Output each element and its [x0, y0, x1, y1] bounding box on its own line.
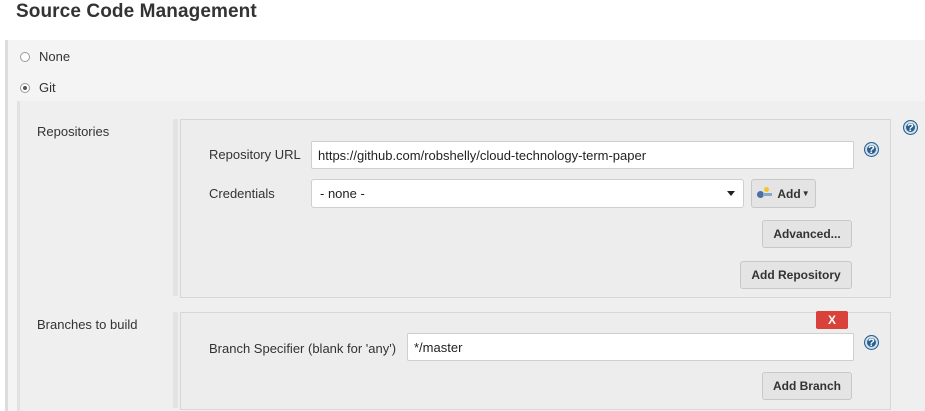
credentials-selected-value: - none - [320, 186, 365, 201]
scm-option-git-label: Git [39, 80, 56, 95]
branch-specifier-help-icon[interactable]: ? [864, 335, 879, 350]
add-branch-button[interactable]: Add Branch [762, 372, 852, 400]
chevron-down-icon: ▼ [801, 189, 810, 198]
radio-none[interactable] [20, 51, 30, 62]
repository-box-handle[interactable] [173, 119, 178, 296]
credentials-select[interactable]: - none - [311, 179, 744, 208]
scm-option-none-label: None [39, 49, 71, 64]
branch-specifier-label: Branch Specifier (blank for 'any') [209, 341, 397, 356]
key-icon [757, 186, 773, 199]
repository-url-label: Repository URL [209, 147, 301, 162]
delete-branch-button[interactable]: X [816, 311, 848, 329]
section-title: Source Code Management [16, 1, 257, 22]
add-repository-button[interactable]: Add Repository [740, 261, 852, 289]
scm-option-none[interactable]: None [20, 49, 70, 64]
repository-url-help-icon[interactable]: ? [864, 142, 879, 157]
branch-box-handle[interactable] [173, 312, 178, 408]
help-icon[interactable]: ? [903, 120, 918, 135]
add-credentials-button[interactable]: Add ▼ [751, 179, 816, 208]
chevron-down-icon [727, 191, 735, 196]
advanced-button[interactable]: Advanced... [762, 220, 852, 248]
branch-specifier-input[interactable]: */master [407, 333, 854, 361]
repository-url-input[interactable]: https://github.com/robshelly/cloud-techn… [311, 141, 854, 169]
branches-label: Branches to build [37, 317, 138, 332]
add-credentials-label: Add [777, 186, 801, 201]
scm-option-git[interactable]: Git [20, 80, 56, 95]
credentials-label: Credentials [209, 186, 275, 201]
radio-git[interactable] [20, 82, 30, 93]
repositories-label: Repositories [37, 124, 110, 139]
